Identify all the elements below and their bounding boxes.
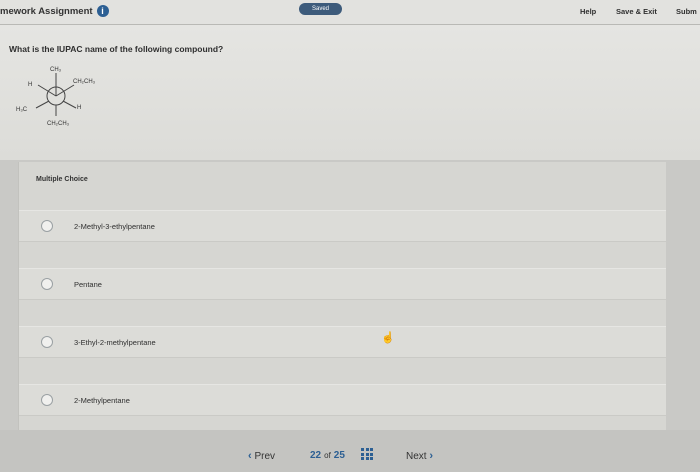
radio-button[interactable] xyxy=(41,394,53,406)
next-label: Next xyxy=(406,451,427,462)
assignment-title: mework Assignment i xyxy=(0,5,109,17)
question-counter: 22 of 25 xyxy=(310,450,345,461)
answer-option-4[interactable]: 2-Methylpentane xyxy=(19,384,666,416)
next-button[interactable]: Next › xyxy=(406,450,433,462)
answer-panel: Multiple Choice 2-Methyl-3-ethylpentane … xyxy=(18,162,666,430)
saved-badge: Saved xyxy=(299,3,342,15)
back-bond-right xyxy=(62,100,77,109)
label-top: CH₃ xyxy=(50,67,62,73)
answer-label: 3-Ethyl-2-methylpentane xyxy=(74,337,156,347)
help-link[interactable]: Help xyxy=(580,7,596,16)
question-grid-icon[interactable] xyxy=(361,448,373,460)
answer-label: Pentane xyxy=(74,279,102,289)
answer-option-2[interactable]: Pentane xyxy=(19,268,666,300)
answer-option-3[interactable]: 3-Ethyl-2-methylpentane xyxy=(19,326,666,358)
hand-cursor-icon: ☝ xyxy=(381,332,395,344)
chevron-right-icon: › xyxy=(429,450,434,462)
back-bond-left xyxy=(35,100,50,109)
label-right-front: CH₂CH₃ xyxy=(73,79,96,85)
answer-label: 2-Methyl-3-ethylpentane xyxy=(74,221,155,231)
save-exit-button[interactable]: Save & Exit xyxy=(616,7,657,16)
submit-button[interactable]: Subm xyxy=(676,7,697,16)
prev-button[interactable]: ‹ Prev xyxy=(248,450,275,462)
question-text: What is the IUPAC name of the following … xyxy=(9,44,224,54)
prev-label: Prev xyxy=(254,451,276,462)
label-left-front: H xyxy=(28,82,32,88)
bottom-nav: ‹ Prev 22 of 25 Next › xyxy=(0,430,700,472)
title-text: mework Assignment xyxy=(0,5,93,17)
multiple-choice-heading: Multiple Choice xyxy=(36,176,88,183)
current-question: 22 xyxy=(310,450,322,461)
info-icon[interactable]: i xyxy=(96,5,109,17)
question-area: What is the IUPAC name of the following … xyxy=(0,25,700,160)
radio-button[interactable] xyxy=(41,278,53,290)
answer-option-1[interactable]: 2-Methyl-3-ethylpentane xyxy=(19,210,666,242)
answer-label: 2-Methylpentane xyxy=(74,395,130,405)
label-right-back: H xyxy=(77,105,81,111)
chevron-left-icon: ‹ xyxy=(248,450,252,462)
top-bar: mework Assignment i Saved Help Save & Ex… xyxy=(0,0,700,25)
total-questions: 25 xyxy=(333,450,345,461)
radio-button[interactable] xyxy=(41,220,53,232)
newman-projection: CH₃ H CH₂CH₃ H₃C H CH₂CH₃ xyxy=(16,67,96,127)
counter-of: of xyxy=(324,451,331,460)
radio-button[interactable] xyxy=(41,336,53,348)
label-left-back: H₃C xyxy=(16,107,28,113)
label-bottom: CH₂CH₃ xyxy=(47,121,70,127)
